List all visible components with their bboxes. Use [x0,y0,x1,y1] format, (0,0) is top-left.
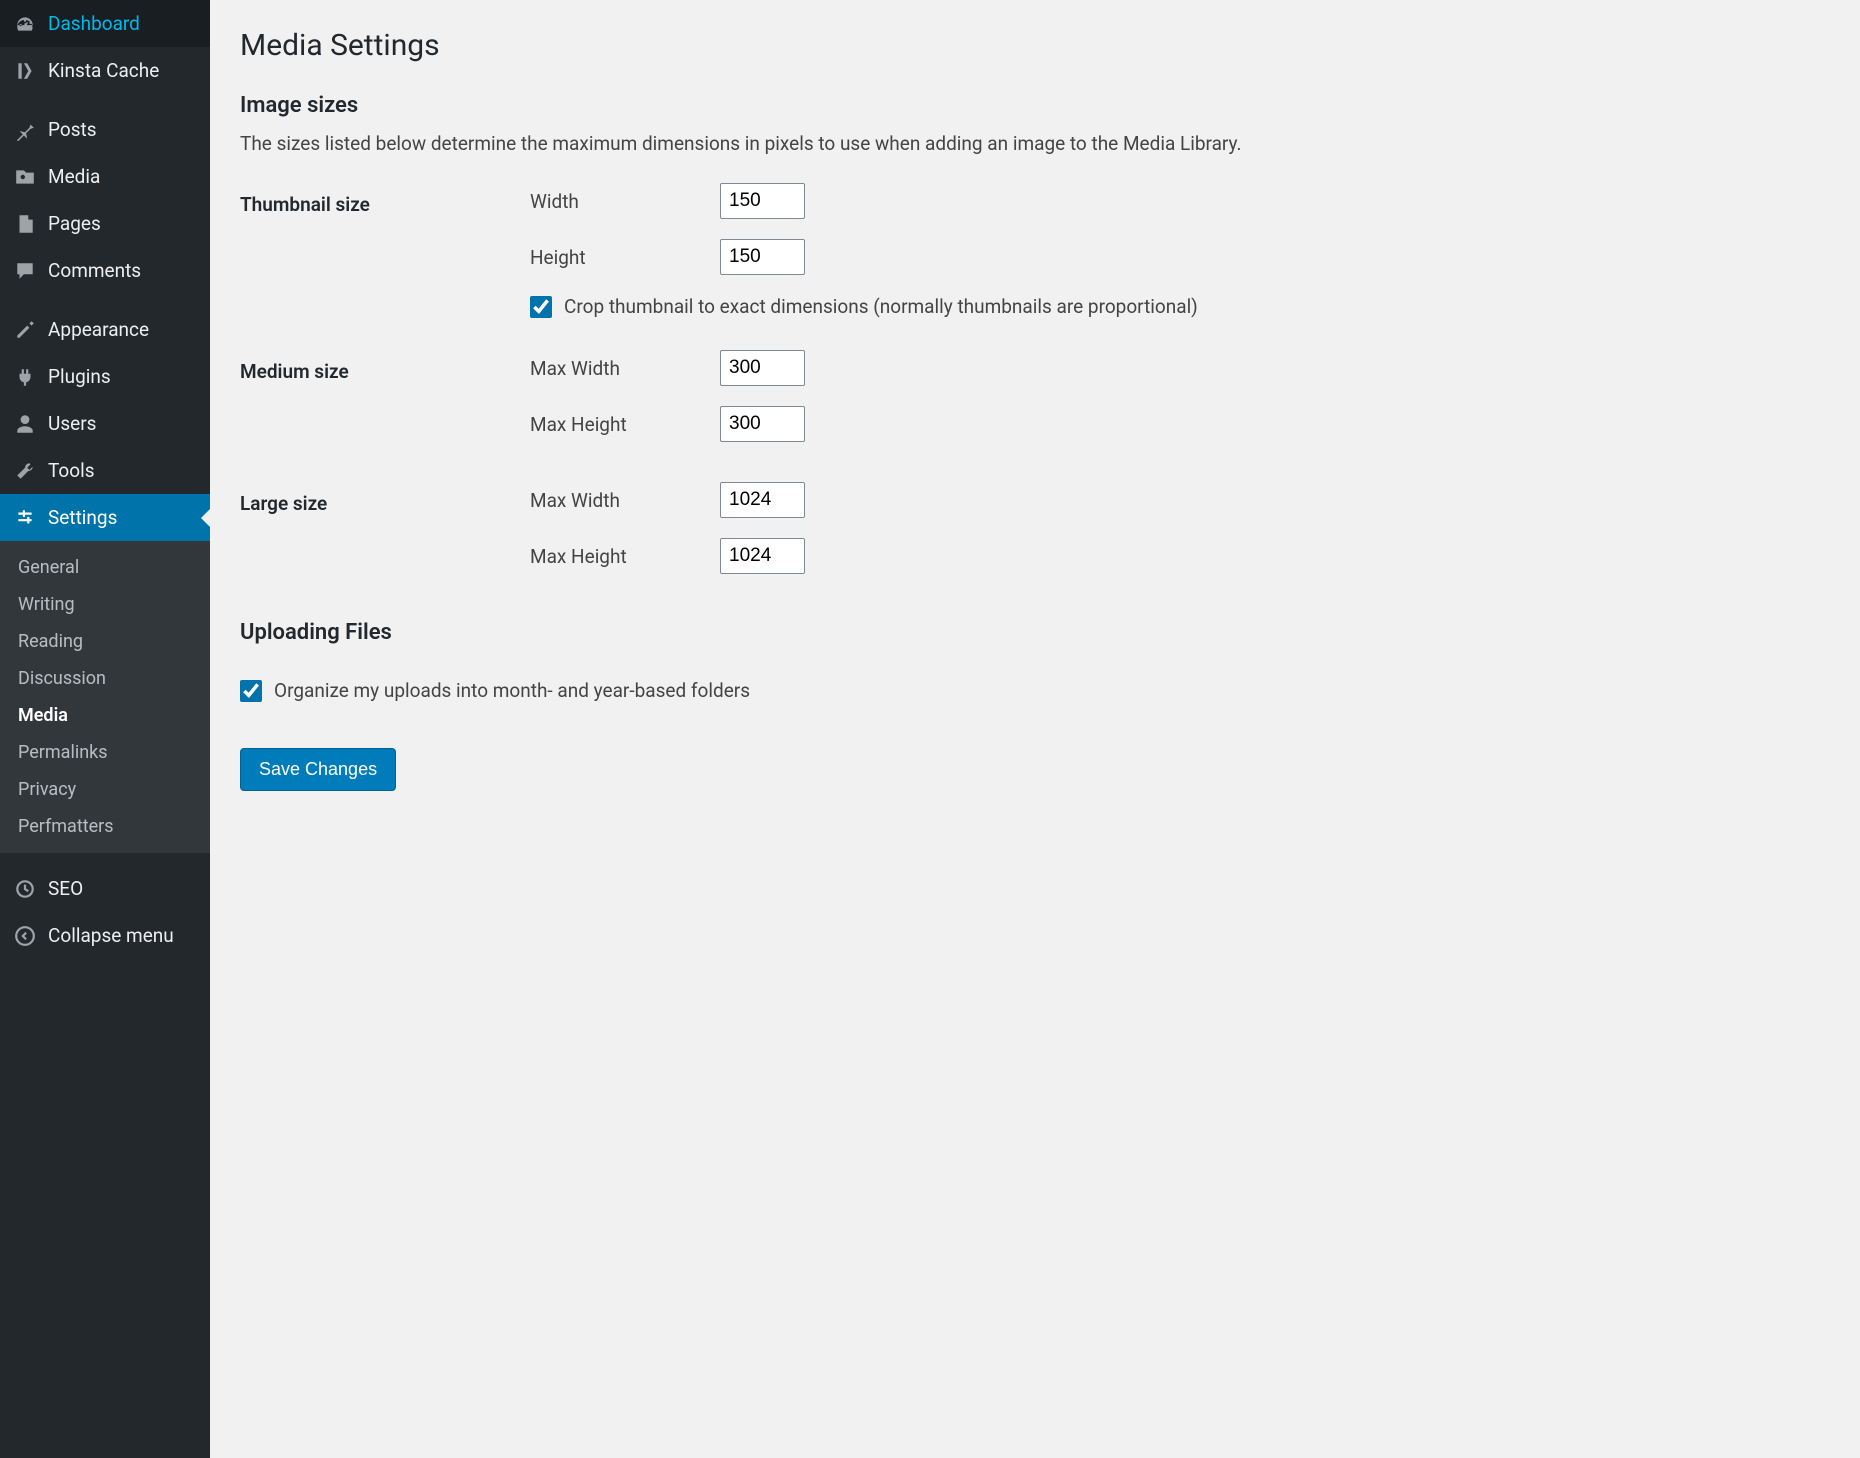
sidebar-item-kinsta[interactable]: Kinsta Cache [0,47,210,94]
sidebar-item-collapse[interactable]: Collapse menu [0,912,210,959]
sidebar-item-plugins[interactable]: Plugins [0,353,210,400]
thumbnail-width-label: Width [530,190,720,213]
submenu-general[interactable]: General [0,549,210,586]
sidebar-item-label: Pages [48,212,101,235]
sidebar-item-label: Users [48,412,96,435]
sidebar-item-label: Plugins [48,365,111,388]
sidebar-item-label: Tools [48,459,95,482]
appearance-icon [14,319,36,341]
large-height-input[interactable] [720,538,805,574]
sidebar-item-label: Collapse menu [48,924,174,947]
sidebar-item-appearance[interactable]: Appearance [0,306,210,353]
settings-icon [14,507,36,529]
sidebar-item-tools[interactable]: Tools [0,447,210,494]
medium-height-input[interactable] [720,406,805,442]
thumbnail-label: Thumbnail size [240,183,530,216]
organize-uploads-checkbox[interactable] [240,680,262,702]
sidebar-item-comments[interactable]: Comments [0,247,210,294]
sidebar-item-label: Appearance [48,318,149,341]
sidebar-item-label: Media [48,165,100,188]
sidebar-item-label: Settings [48,506,117,529]
large-width-input[interactable] [720,482,805,518]
submenu-permalinks[interactable]: Permalinks [0,734,210,771]
medium-width-input[interactable] [720,350,805,386]
submenu-discussion[interactable]: Discussion [0,660,210,697]
submenu-writing[interactable]: Writing [0,586,210,623]
admin-sidebar: Dashboard Kinsta Cache Posts Media Pages… [0,0,210,1458]
users-icon [14,413,36,435]
medium-label: Medium size [240,350,530,383]
large-width-label: Max Width [530,489,720,512]
sidebar-item-label: Posts [48,118,97,141]
large-height-label: Max Height [530,545,720,568]
sidebar-item-settings[interactable]: Settings [0,494,210,541]
tools-icon [14,460,36,482]
submenu-privacy[interactable]: Privacy [0,771,210,808]
sidebar-item-label: Comments [48,259,141,282]
thumbnail-crop-label: Crop thumbnail to exact dimensions (norm… [564,295,1198,318]
seo-icon [14,878,36,900]
sidebar-item-posts[interactable]: Posts [0,106,210,153]
sidebar-item-media[interactable]: Media [0,153,210,200]
pin-icon [14,119,36,141]
submenu-media[interactable]: Media [0,697,210,734]
thumbnail-height-label: Height [530,246,720,269]
medium-height-label: Max Height [530,413,720,436]
dashboard-icon [14,13,36,35]
thumbnail-height-input[interactable] [720,239,805,275]
image-sizes-description: The sizes listed below determine the max… [240,132,1830,155]
pages-icon [14,213,36,235]
main-content: Media Settings Image sizes The sizes lis… [210,0,1860,1458]
sidebar-item-label: Kinsta Cache [48,59,159,82]
kinsta-icon [14,60,36,82]
thumbnail-crop-checkbox[interactable] [530,296,552,318]
large-label: Large size [240,482,530,515]
sidebar-item-pages[interactable]: Pages [0,200,210,247]
organize-uploads-label: Organize my uploads into month- and year… [274,679,750,702]
save-changes-button[interactable]: Save Changes [240,748,396,791]
page-title: Media Settings [240,28,1830,63]
plugins-icon [14,366,36,388]
uploading-heading: Uploading Files [240,620,1830,645]
media-icon [14,166,36,188]
sidebar-item-label: Dashboard [48,12,140,35]
settings-submenu: General Writing Reading Discussion Media… [0,541,210,853]
medium-width-label: Max Width [530,357,720,380]
image-sizes-heading: Image sizes [240,93,1830,118]
sidebar-item-seo[interactable]: SEO [0,865,210,912]
submenu-perfmatters[interactable]: Perfmatters [0,808,210,845]
sidebar-item-users[interactable]: Users [0,400,210,447]
submenu-reading[interactable]: Reading [0,623,210,660]
sidebar-item-dashboard[interactable]: Dashboard [0,0,210,47]
thumbnail-width-input[interactable] [720,183,805,219]
collapse-icon [14,925,36,947]
sidebar-item-label: SEO [48,877,83,900]
comments-icon [14,260,36,282]
